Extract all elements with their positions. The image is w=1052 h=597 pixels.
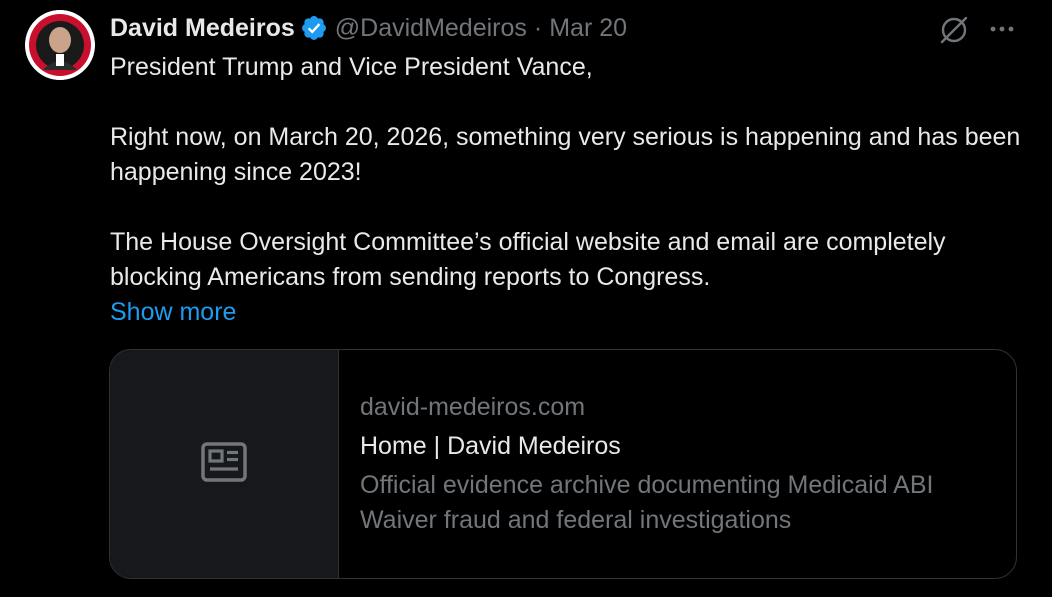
grok-icon[interactable]	[936, 12, 972, 48]
card-info: david-medeiros.com Home | David Medeiros…	[360, 390, 1000, 538]
verified-badge-icon	[300, 14, 328, 42]
show-more-link[interactable]: Show more	[110, 295, 236, 330]
link-card[interactable]: david-medeiros.com Home | David Medeiros…	[109, 349, 1017, 579]
tweet-timestamp[interactable]: Mar 20	[549, 14, 627, 43]
article-icon	[201, 441, 247, 487]
card-title: Home | David Medeiros	[360, 432, 621, 460]
tweet-text-line-2: Right now, on March 20, 2026, something …	[110, 123, 1021, 186]
author-display-name[interactable]: David Medeiros	[110, 14, 295, 43]
card-description: Official evidence archive documenting Me…	[360, 471, 934, 534]
separator-dot: ·	[533, 13, 543, 42]
tweet-body: President Trump and Vice President Vance…	[110, 50, 1030, 330]
more-options-icon[interactable]	[985, 12, 1019, 46]
tweet-text-line-1: President Trump and Vice President Vance…	[110, 53, 593, 81]
card-domain: david-medeiros.com	[360, 393, 586, 421]
avatar-image	[25, 10, 95, 80]
avatar[interactable]	[25, 10, 95, 80]
tweet[interactable]: David Medeiros @DavidMedeiros · Mar 20 P…	[0, 0, 1052, 597]
tweet-header: David Medeiros @DavidMedeiros · Mar 20	[110, 12, 627, 44]
author-handle[interactable]: @DavidMedeiros	[335, 14, 527, 43]
card-thumbnail	[110, 350, 339, 578]
tweet-text-line-3: The House Oversight Committee’s official…	[110, 228, 946, 291]
